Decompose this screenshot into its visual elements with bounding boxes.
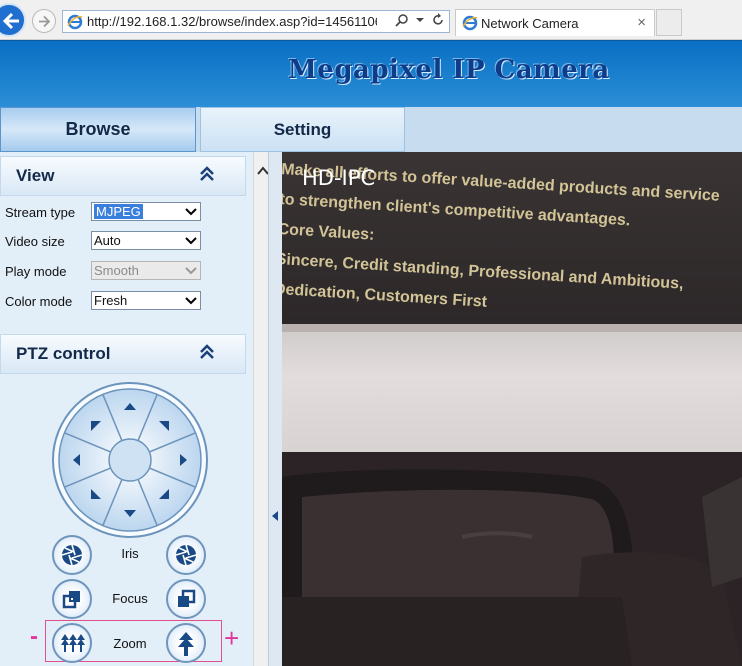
play-mode-value: Smooth (94, 263, 139, 278)
zoom-plus-sign: + (224, 623, 240, 653)
video-size-value: Auto (94, 233, 121, 248)
collapse-up-icon[interactable] (199, 166, 215, 182)
play-mode-select: Smooth (91, 261, 201, 280)
left-panel: View Stream type MJPEG Video size Auto P… (0, 152, 253, 666)
ie-logo-icon (462, 15, 478, 31)
ptz-panel-title: PTZ control (16, 344, 111, 363)
ptz-home-button (108, 438, 152, 482)
chevron-down-icon (185, 237, 197, 245)
video-scene-sofa (282, 469, 742, 666)
collapse-up-icon[interactable] (199, 344, 215, 360)
tab-setting[interactable]: Setting (200, 107, 405, 152)
color-mode-row: Color mode Fresh (5, 291, 205, 311)
zoom-in-button[interactable] (166, 623, 206, 663)
video-stream[interactable]: Make all efforts to offer value-added pr… (282, 152, 742, 666)
ie-logo-icon (67, 14, 83, 30)
iris-close-button[interactable] (52, 535, 92, 575)
focus-icon (178, 589, 196, 607)
iris-icon (61, 544, 83, 566)
search-icon[interactable] (395, 13, 409, 27)
header-banner: Megapixel IP Camera (0, 40, 742, 107)
address-bar[interactable]: http://192.168.1.32/browse/index.asp?id=… (62, 10, 450, 33)
stream-type-select[interactable]: MJPEG (91, 202, 201, 221)
dropdown-icon[interactable] (415, 13, 425, 27)
browser-toolbar: http://192.168.1.32/browse/index.asp?id=… (0, 0, 742, 40)
zoom-out-button[interactable] (52, 623, 92, 663)
focus-near-button[interactable] (52, 579, 92, 619)
video-scene-wall (282, 324, 742, 454)
collapse-left-icon[interactable] (271, 510, 279, 522)
refresh-icon[interactable] (431, 13, 445, 27)
main-tab-bar: Browse Setting (0, 107, 742, 152)
video-size-row: Video size Auto (5, 231, 205, 251)
tab-browse[interactable]: Browse (0, 107, 196, 152)
play-mode-label: Play mode (5, 264, 67, 279)
color-mode-select[interactable]: Fresh (91, 291, 201, 310)
tab-title: Network Camera (481, 16, 579, 31)
close-tab-icon[interactable]: × (637, 14, 646, 31)
new-tab-button[interactable] (656, 9, 682, 36)
page-title: Megapixel IP Camera (288, 55, 610, 85)
browser-tab[interactable]: Network Camera × (455, 9, 655, 36)
stream-type-value: MJPEG (94, 204, 143, 219)
forward-arrow-icon (39, 15, 51, 28)
zoom-minus-sign: - (30, 623, 38, 650)
color-mode-value: Fresh (94, 293, 128, 308)
play-mode-row: Play mode Smooth (5, 261, 205, 281)
iris-label: Iris (121, 546, 139, 561)
stream-type-row: Stream type MJPEG (5, 202, 205, 222)
focus-far-button[interactable] (166, 579, 206, 619)
iris-open-button[interactable] (166, 535, 206, 575)
chevron-down-icon (185, 267, 197, 275)
zoom-in-icon (178, 632, 194, 656)
zoom-label: Zoom (113, 636, 147, 651)
video-size-select[interactable]: Auto (91, 231, 201, 250)
forward-button[interactable] (32, 9, 56, 33)
ptz-panel-header[interactable]: PTZ control (0, 334, 246, 374)
iris-icon (175, 544, 197, 566)
stream-type-label: Stream type (5, 205, 76, 220)
ptz-direction-pad[interactable] (51, 381, 209, 539)
view-panel-header[interactable]: View (0, 156, 246, 196)
focus-label: Focus (112, 591, 148, 606)
back-arrow-icon (3, 12, 19, 30)
video-size-label: Video size (5, 234, 65, 249)
color-mode-label: Color mode (5, 294, 73, 309)
address-url[interactable]: http://192.168.1.32/browse/index.asp?id=… (87, 14, 377, 29)
chevron-down-icon (185, 208, 197, 216)
back-button[interactable] (0, 3, 26, 37)
view-panel-title: View (16, 166, 55, 185)
panel-splitter[interactable] (268, 152, 282, 666)
zoom-out-icon (61, 634, 85, 652)
video-scene-ceiling-edge (282, 324, 742, 332)
chevron-down-icon (185, 297, 197, 305)
video-overlay-label: HD-IPC (302, 166, 376, 190)
focus-icon (62, 591, 80, 609)
